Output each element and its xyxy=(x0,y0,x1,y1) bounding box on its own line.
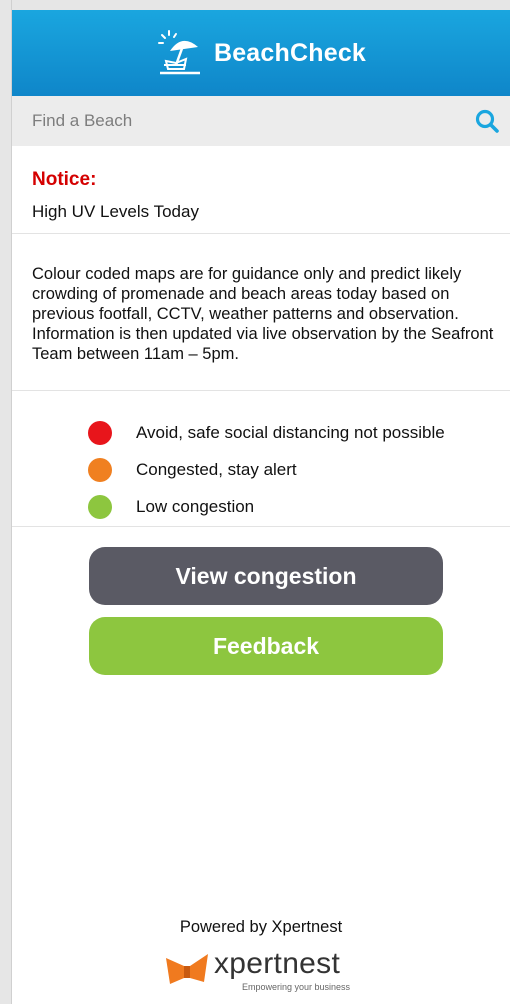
app-header: BeachCheck xyxy=(12,10,510,96)
feedback-button[interactable]: Feedback xyxy=(89,617,443,675)
window-left-edge xyxy=(0,0,12,1004)
xpertnest-mark-icon xyxy=(164,948,210,988)
app-logo: BeachCheck xyxy=(156,29,366,77)
info-text: Colour coded maps are for guidance only … xyxy=(32,265,494,363)
notice-text: High UV Levels Today xyxy=(32,202,199,221)
notice-panel: Notice: High UV Levels Today xyxy=(12,146,510,234)
legend-item-avoid: Avoid, safe social distancing not possib… xyxy=(88,421,445,445)
view-congestion-button[interactable]: View congestion xyxy=(89,547,443,605)
app-title: BeachCheck xyxy=(213,38,367,67)
orange-status-dot-icon xyxy=(88,458,112,482)
legend-label: Low congestion xyxy=(136,497,255,516)
powered-by-text: Powered by Xpertnest xyxy=(179,918,343,936)
brand-name: xpertnest xyxy=(214,947,341,980)
legend-item-congested: Congested, stay alert xyxy=(88,458,297,482)
search-icon[interactable] xyxy=(474,108,500,134)
red-status-dot-icon xyxy=(88,421,112,445)
brand-tagline: Empowering your business xyxy=(242,982,351,992)
search-bar xyxy=(12,96,510,146)
info-panel: Colour coded maps are for guidance only … xyxy=(12,234,510,391)
legend-label: Congested, stay alert xyxy=(136,460,297,479)
legend-item-low: Low congestion xyxy=(88,495,254,519)
notice-title: Notice: xyxy=(32,169,97,190)
xpertnest-logo: xpertnest Empowering your business xyxy=(164,948,350,992)
app-frame: BeachCheck Notice: High UV Levels Today … xyxy=(12,10,510,1004)
green-status-dot-icon xyxy=(88,495,112,519)
congestion-legend: Avoid, safe social distancing not possib… xyxy=(12,391,510,527)
brand-text: xpertnest Empowering your business xyxy=(214,947,351,993)
window-top-edge xyxy=(0,0,510,10)
beach-umbrella-icon xyxy=(156,29,204,77)
legend-label: Avoid, safe social distancing not possib… xyxy=(136,423,445,442)
search-input[interactable] xyxy=(32,111,432,131)
